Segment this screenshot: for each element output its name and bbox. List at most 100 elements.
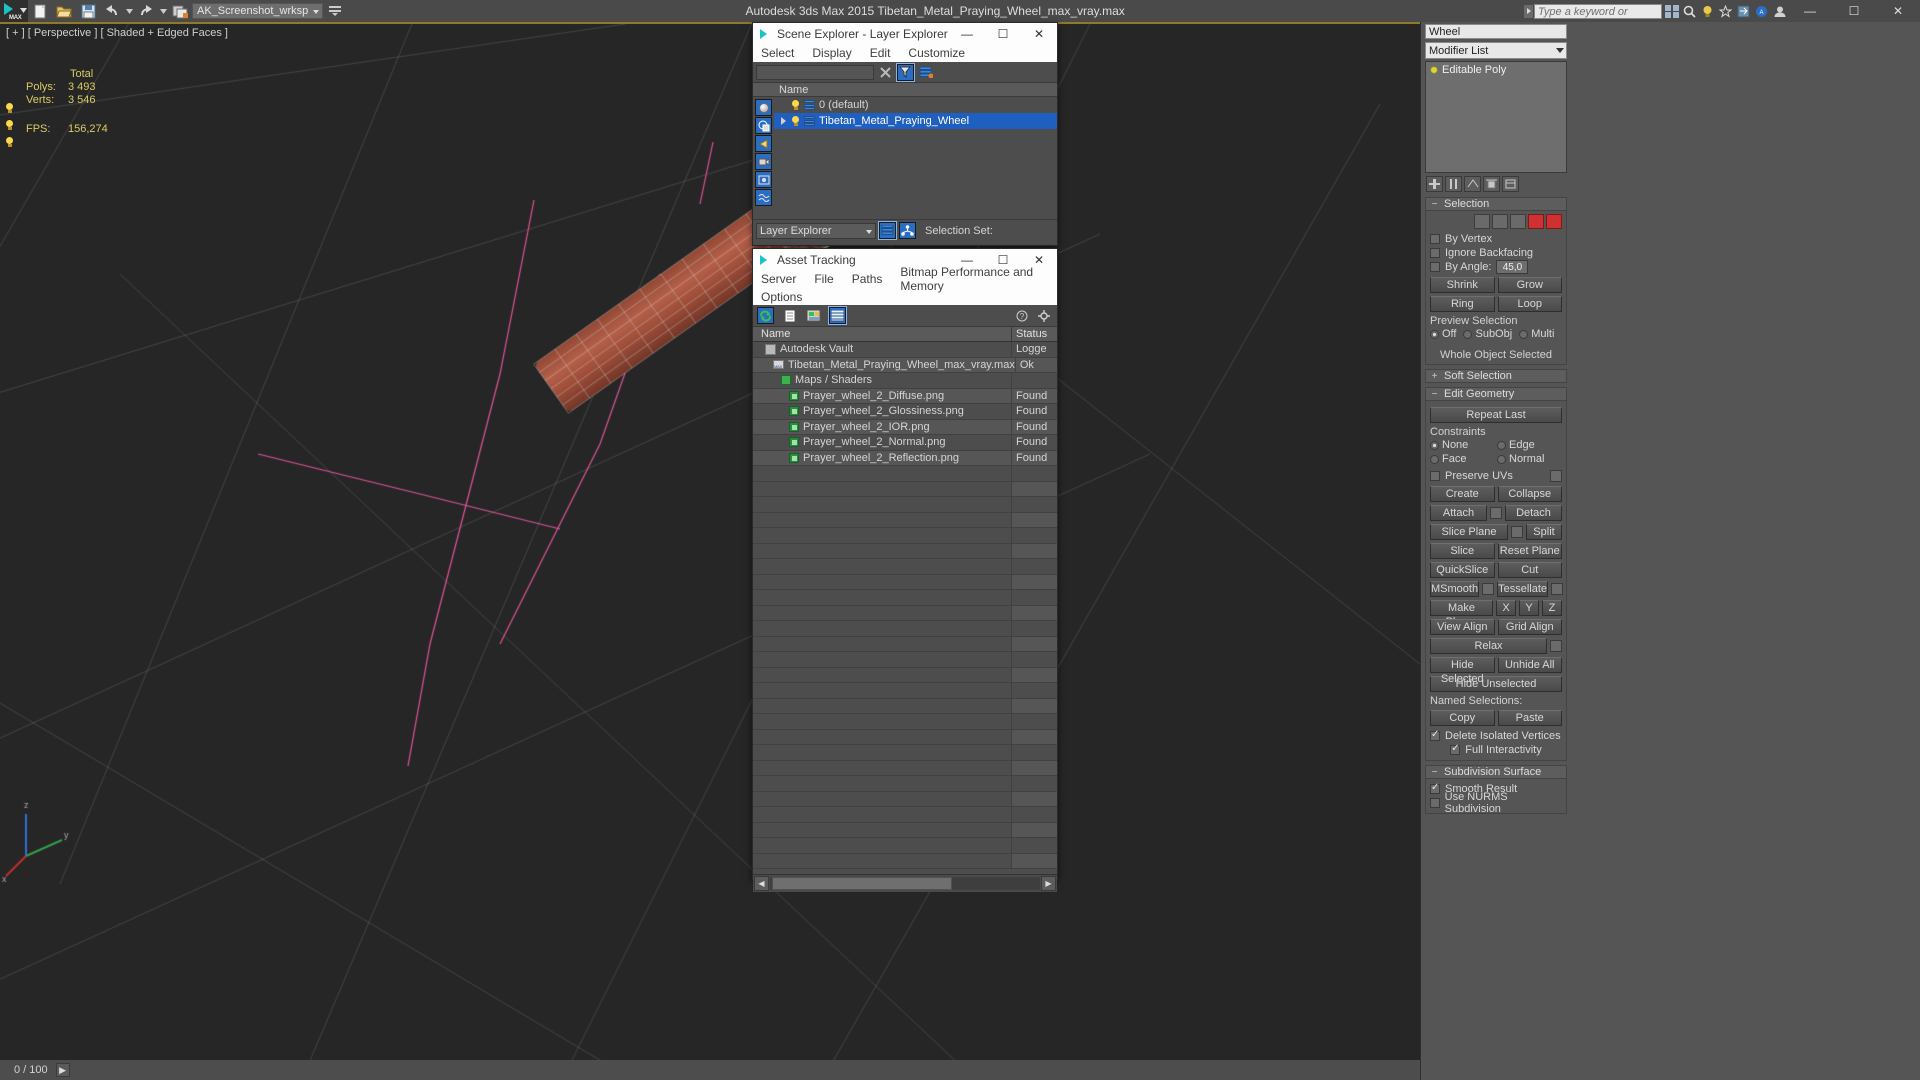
light-bulb-icon[interactable] [791, 115, 800, 127]
window-maximize-button[interactable]: ☐ [1832, 0, 1876, 22]
asset-row-empty[interactable] [753, 667, 1057, 683]
rollout-soft-selection[interactable]: + Soft Selection [1425, 369, 1567, 383]
preview-subobj-radio[interactable] [1463, 329, 1473, 339]
rollout-edit-geometry-header[interactable]: − Edit Geometry [1425, 387, 1567, 401]
table-view-icon[interactable] [828, 306, 847, 325]
asset-row-empty[interactable] [753, 729, 1057, 745]
project-folder-icon[interactable] [168, 0, 192, 22]
grid-icon[interactable] [1663, 2, 1680, 20]
asset-row-empty[interactable] [753, 528, 1057, 544]
asset-column-status[interactable]: Status [1011, 327, 1057, 341]
undo-dropdown-icon[interactable] [124, 0, 134, 22]
menu-options[interactable]: Options [761, 290, 802, 304]
polygon-subobject-icon[interactable] [1528, 214, 1544, 229]
attach-button[interactable]: Attach [1430, 505, 1487, 521]
layer-settings-icon[interactable] [917, 64, 934, 81]
ignore-backfacing-row[interactable]: Ignore Backfacing [1430, 246, 1562, 260]
asset-tracking-window[interactable]: Asset Tracking — ☐ ✕ Server File Paths B… [752, 248, 1058, 892]
show-end-result-icon[interactable] [1445, 176, 1462, 192]
signin-icon[interactable] [1771, 2, 1788, 20]
light-bulb-icon[interactable] [5, 120, 14, 131]
asset-row-empty[interactable] [753, 822, 1057, 838]
scroll-thumb[interactable] [772, 877, 952, 890]
vertex-subobject-icon[interactable] [1474, 214, 1490, 229]
configure-modifier-sets-icon[interactable] [1502, 176, 1519, 192]
scroll-left-icon[interactable]: ◀ [754, 876, 769, 891]
explorer-mode-combo[interactable]: Layer Explorer [756, 222, 876, 239]
relax-settings-button[interactable] [1550, 640, 1562, 652]
rollout-toggle-icon[interactable]: + [1430, 371, 1439, 382]
menu-edit[interactable]: Edit [870, 46, 891, 60]
loop-button[interactable]: Loop [1497, 296, 1562, 312]
viewport-3d-render[interactable] [0, 24, 1420, 1080]
rollout-soft-selection-header[interactable]: + Soft Selection [1425, 369, 1567, 383]
slice-plane-button[interactable]: Slice Plane [1430, 524, 1508, 540]
msmooth-button[interactable]: MSmooth [1430, 581, 1480, 597]
lightbulb-icon[interactable] [1699, 2, 1716, 20]
layer-row-praying-wheel[interactable]: Tibetan_Metal_Praying_Wheel [774, 113, 1057, 129]
border-subobject-icon[interactable] [1510, 214, 1526, 229]
workspace-selector[interactable]: AK_Screenshot_wrksp [192, 3, 324, 19]
delete-isolated-vertices-row[interactable]: Delete Isolated Vertices [1430, 729, 1562, 743]
quickslice-button[interactable]: QuickSlice [1430, 562, 1495, 578]
asset-row-empty[interactable] [753, 512, 1057, 528]
rollout-subdivision-surface[interactable]: − Subdivision Surface Smooth Result Use … [1425, 765, 1567, 815]
scroll-trough[interactable] [770, 877, 1040, 890]
undo-icon[interactable] [100, 0, 124, 22]
use-nurms-checkbox[interactable] [1430, 798, 1440, 808]
rollout-subdivision-header[interactable]: − Subdivision Surface [1425, 765, 1567, 779]
menu-display[interactable]: Display [812, 46, 851, 60]
create-button[interactable]: Create [1430, 486, 1495, 502]
preview-off-radio[interactable] [1430, 329, 1439, 339]
preview-multi-radio[interactable] [1519, 329, 1529, 339]
asset-row-empty[interactable] [753, 791, 1057, 807]
3dsmax-logo-icon[interactable]: MAX [0, 0, 28, 22]
scene-explorer-minimize[interactable]: — [949, 23, 985, 44]
hierarchy-view-icon[interactable] [899, 222, 916, 239]
asset-row[interactable]: Prayer_wheel_2_Diffuse.png Found [753, 388, 1057, 404]
asset-row[interactable]: Prayer_wheel_2_Glossiness.png Found [753, 404, 1057, 420]
asset-row-empty[interactable] [753, 683, 1057, 699]
menu-server[interactable]: Server [761, 272, 796, 286]
repeat-last-button[interactable]: Repeat Last [1430, 407, 1562, 423]
stack-bulb-icon[interactable] [1430, 65, 1438, 74]
modifier-stack[interactable]: Editable Poly [1425, 61, 1567, 173]
layer-explorer-toggle-icon[interactable] [878, 221, 897, 240]
asset-tracking-hscrollbar[interactable]: ◀ ▶ [753, 874, 1057, 892]
hide-selected-button[interactable]: Hide Selected [1430, 657, 1495, 685]
asset-row-empty[interactable] [753, 760, 1057, 776]
make-planar-y-button[interactable]: Y [1519, 600, 1539, 616]
redo-dropdown-icon[interactable] [158, 0, 168, 22]
asset-row[interactable]: Prayer_wheel_2_Normal.png Found [753, 435, 1057, 451]
relax-button[interactable]: Relax [1430, 638, 1547, 654]
collapse-button[interactable]: Collapse [1497, 486, 1562, 502]
make-planar-z-button[interactable]: Z [1542, 600, 1562, 616]
display-shapes-icon[interactable] [755, 117, 772, 134]
perspective-viewport[interactable]: [ + ] [ Perspective ] [ Shaded + Edged F… [0, 22, 1420, 1080]
remove-modifier-icon[interactable] [1483, 176, 1500, 192]
new-file-icon[interactable] [28, 0, 52, 22]
redo-icon[interactable] [134, 0, 158, 22]
copy-button[interactable]: Copy [1430, 710, 1495, 726]
asset-row[interactable]: Prayer_wheel_2_IOR.png Found [753, 419, 1057, 435]
scene-explorer-layer-list[interactable]: 0 (default) Tibetan_Metal_Praying_Wheel [774, 97, 1057, 219]
detach-button[interactable]: Detach [1505, 505, 1562, 521]
scene-explorer-window[interactable]: Scene Explorer - Layer Explorer — ☐ ✕ Se… [752, 22, 1058, 246]
rollout-edit-geometry[interactable]: − Edit Geometry Repeat Last Constraints … [1425, 387, 1567, 761]
by-vertex-row[interactable]: By Vertex [1430, 232, 1562, 246]
menu-file[interactable]: File [814, 272, 833, 286]
search-dropdown-icon[interactable] [1523, 3, 1534, 19]
light-bulb-icon[interactable] [5, 137, 14, 148]
display-cameras-icon[interactable] [755, 153, 772, 170]
view-align-button[interactable]: View Align [1430, 619, 1495, 635]
clear-search-icon[interactable] [877, 64, 894, 81]
asset-row-empty[interactable] [753, 590, 1057, 606]
list-view-icon[interactable] [781, 307, 798, 324]
scene-explorer-search-input[interactable] [756, 64, 874, 80]
constraint-normal-radio[interactable] [1497, 454, 1506, 464]
expander-icon[interactable] [780, 117, 788, 125]
smooth-result-checkbox[interactable] [1430, 782, 1440, 794]
exchange-icon[interactable] [1735, 2, 1752, 20]
asset-tracking-list[interactable]: Autodesk Vault LoggeTibetan_Metal_Praying… [753, 342, 1057, 874]
by-angle-checkbox[interactable] [1430, 262, 1440, 272]
